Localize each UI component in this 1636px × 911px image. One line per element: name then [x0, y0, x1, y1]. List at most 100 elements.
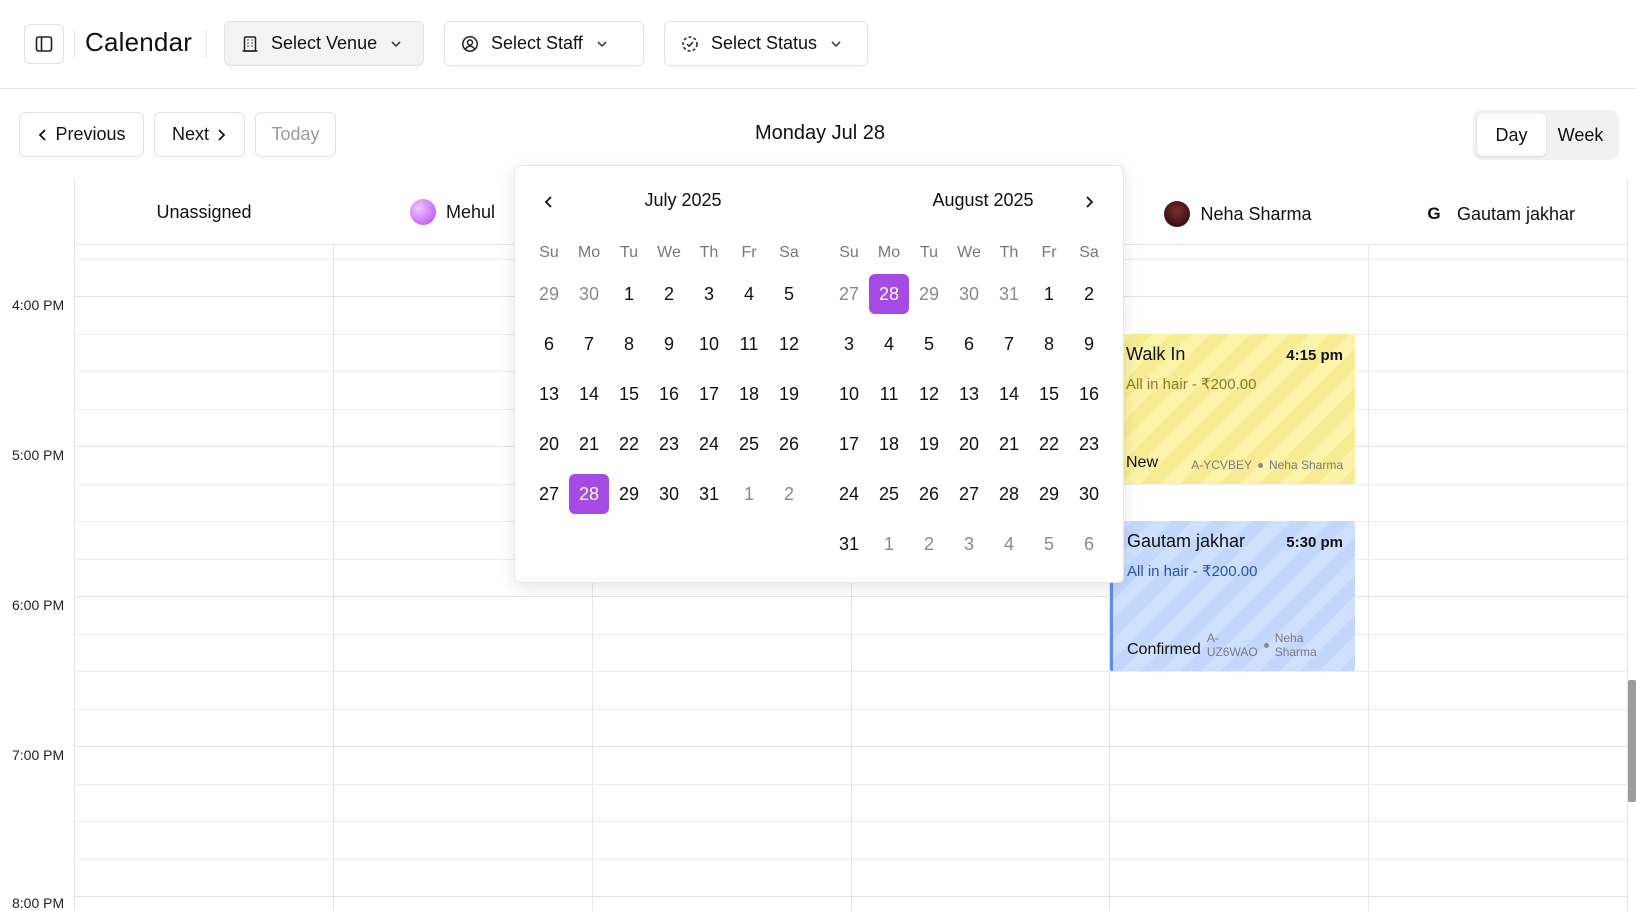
calendar-day[interactable]: 2 [909, 524, 949, 564]
calendar-day[interactable]: 11 [729, 324, 769, 364]
calendar-day[interactable]: 24 [829, 474, 869, 514]
column-header-label: Mehul [446, 201, 496, 222]
previous-button[interactable]: Previous [19, 112, 144, 157]
calendar-day[interactable]: 17 [689, 374, 729, 414]
calendar-day[interactable]: 23 [649, 424, 689, 464]
calendar-day[interactable]: 6 [1069, 524, 1109, 564]
calendar-day[interactable]: 16 [1069, 374, 1109, 414]
next-button[interactable]: Next [154, 112, 245, 157]
calendar-day[interactable]: 16 [649, 374, 689, 414]
calendar-day[interactable]: 19 [769, 374, 809, 414]
calendar-day[interactable]: 5 [1029, 524, 1069, 564]
day-view-button[interactable]: Day [1477, 114, 1546, 156]
calendar-day[interactable]: 22 [609, 424, 649, 464]
sidebar-toggle-button[interactable] [24, 24, 64, 64]
calendar-day[interactable]: 30 [1069, 474, 1109, 514]
calendar-day[interactable]: 3 [949, 524, 989, 564]
venue-select[interactable]: Select Venue [224, 21, 424, 66]
today-button[interactable]: Today [255, 112, 336, 157]
calendar-day[interactable]: 30 [649, 474, 689, 514]
current-date-label[interactable]: Monday Jul 28 [620, 122, 1020, 145]
calendar-day[interactable]: 13 [529, 374, 569, 414]
calendar-day[interactable]: 2 [1069, 274, 1109, 314]
calendar-day[interactable]: 1 [609, 274, 649, 314]
calendar-day[interactable]: 15 [609, 374, 649, 414]
next-button-label: Next [171, 124, 209, 144]
calendar-day[interactable]: 10 [689, 324, 729, 364]
calendar-day[interactable]: 25 [869, 474, 909, 514]
calendar-day[interactable]: 14 [569, 374, 609, 414]
calendar-day[interactable]: 1 [729, 474, 769, 514]
calendar-day[interactable]: 29 [609, 474, 649, 514]
slot-line [75, 634, 1628, 635]
calendar-day[interactable]: 21 [989, 424, 1029, 464]
calendar-day[interactable]: 18 [869, 424, 909, 464]
calendar-day[interactable]: 29 [1029, 474, 1069, 514]
calendar-day[interactable]: 6 [529, 324, 569, 364]
calendar-day[interactable]: 5 [769, 274, 809, 314]
calendar-day[interactable]: 2 [649, 274, 689, 314]
calendar-day[interactable]: 26 [769, 424, 809, 464]
calendar-day[interactable]: 9 [649, 324, 689, 364]
calendar-day[interactable]: 10 [829, 374, 869, 414]
calendar-day[interactable]: 4 [869, 324, 909, 364]
calendar-day[interactable]: 5 [909, 324, 949, 364]
calendar-day[interactable]: 20 [529, 424, 569, 464]
calendar-day[interactable]: 27 [829, 274, 869, 314]
calendar-day[interactable]: 31 [989, 274, 1029, 314]
calendar-day[interactable]: 2 [769, 474, 809, 514]
calendar-day[interactable]: 20 [949, 424, 989, 464]
calendar-day[interactable]: 27 [949, 474, 989, 514]
appointment-status: Confirmed [1127, 641, 1201, 658]
calendar-day[interactable]: 12 [769, 324, 809, 364]
calendar-day[interactable]: 9 [1069, 324, 1109, 364]
calendar-day[interactable]: 18 [729, 374, 769, 414]
calendar-day[interactable]: 30 [569, 274, 609, 314]
calendar-day[interactable]: 3 [689, 274, 729, 314]
staff-select[interactable]: Select Staff [444, 21, 644, 66]
chevron-down-icon [391, 40, 401, 47]
calendar-day[interactable]: 11 [869, 374, 909, 414]
calendar-day[interactable]: 19 [909, 424, 949, 464]
calendar-day[interactable]: 4 [989, 524, 1029, 564]
calendar-day[interactable]: 31 [829, 524, 869, 564]
week-view-button[interactable]: Week [1546, 114, 1615, 156]
calendar-day[interactable]: 3 [829, 324, 869, 364]
calendar-day[interactable]: 21 [569, 424, 609, 464]
time-label: 5:00 PM [12, 447, 65, 463]
status-select[interactable]: Select Status [664, 21, 868, 66]
calendar-day[interactable]: 27 [529, 474, 569, 514]
calendar-day[interactable]: 13 [949, 374, 989, 414]
calendar-day[interactable]: 24 [689, 424, 729, 464]
weekday-label: Su [839, 244, 859, 261]
appointment-card[interactable]: Gautam jakhar 5:30 pm All in hair - ₹200… [1110, 521, 1355, 671]
calendar-day[interactable]: 29 [529, 274, 569, 314]
calendar-day[interactable]: 29 [909, 274, 949, 314]
calendar-day[interactable]: 1 [1029, 274, 1069, 314]
calendar-day[interactable]: 7 [989, 324, 1029, 364]
calendar-day[interactable]: 1 [869, 524, 909, 564]
calendar-day[interactable]: 26 [909, 474, 949, 514]
calendar-day[interactable]: 17 [829, 424, 869, 464]
calendar-day[interactable]: 25 [729, 424, 769, 464]
calendar-day[interactable]: 8 [1029, 324, 1069, 364]
calendar-day[interactable]: 12 [909, 374, 949, 414]
calendar-day[interactable]: 23 [1069, 424, 1109, 464]
separator-dot [1263, 642, 1269, 648]
calendar-day[interactable]: 8 [609, 324, 649, 364]
calendar-day[interactable]: 28 [989, 474, 1029, 514]
calendar-day[interactable]: 14 [989, 374, 1029, 414]
calendar-day[interactable]: 6 [949, 324, 989, 364]
calendar-day[interactable]: 31 [689, 474, 729, 514]
calendar-day[interactable]: 28 [569, 474, 609, 514]
calendar-day[interactable]: 22 [1029, 424, 1069, 464]
calendar-day[interactable]: 28 [869, 274, 909, 314]
vertical-scrollbar[interactable] [1628, 680, 1636, 802]
appointment-card[interactable]: Walk In 4:15 pm All in hair - ₹200.00 Ne… [1112, 334, 1355, 484]
calendar-day[interactable]: 30 [949, 274, 989, 314]
calendar-day[interactable]: 7 [569, 324, 609, 364]
weekday-label: Sa [1079, 244, 1099, 261]
calendar-day[interactable]: 4 [729, 274, 769, 314]
column-divider [1368, 245, 1369, 911]
calendar-day[interactable]: 15 [1029, 374, 1069, 414]
